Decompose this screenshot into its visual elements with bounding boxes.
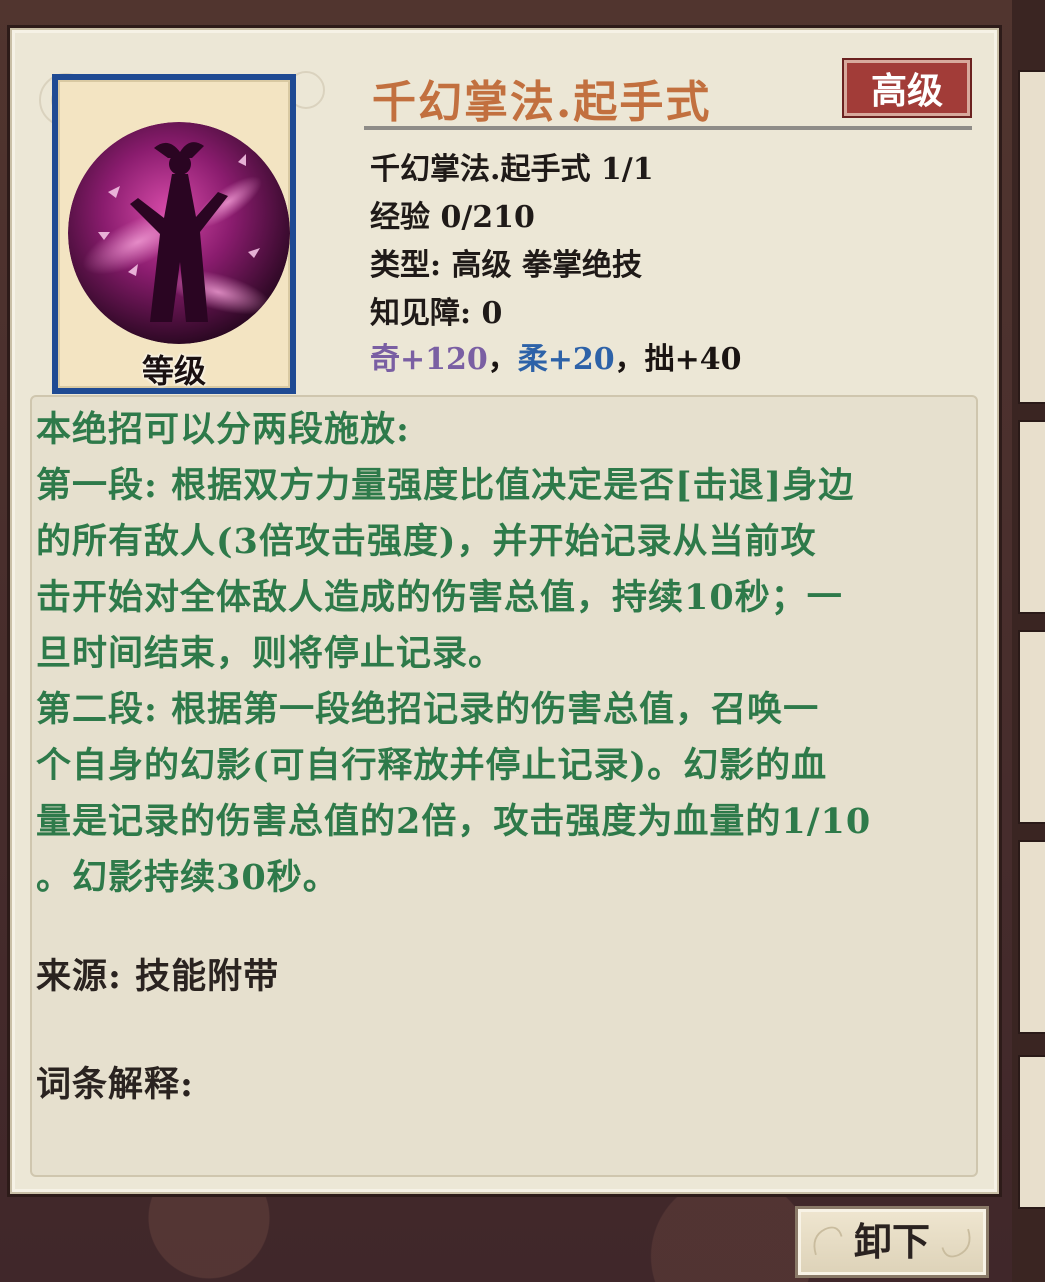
side-tab[interactable] [1018,70,1045,404]
title-divider [364,126,972,130]
unequip-button[interactable]: 卸下 [795,1206,989,1278]
skill-icon-card[interactable]: 等级 [52,74,296,394]
skill-title: 千幻掌法.起手式 [372,77,712,128]
skill-description: 本绝招可以分两段施放: 第一段: 根据双方力量强度比值决定是否[击退]身边 的所… [36,409,872,898]
skill-name-level: 千幻掌法.起手式 1/1 [370,152,654,187]
knowledge-obstacle: 知见障: 0 [370,296,503,331]
skill-source: 来源: 技能附带 [36,956,280,997]
skill-experience: 经验 0/210 [370,200,535,235]
stat-qi: 奇+120 [370,342,488,377]
stat-separator: ， [487,342,518,377]
glossary-label: 词条解释: [36,1064,194,1105]
side-tab[interactable] [1018,1055,1045,1209]
stat-separator: ， [614,342,645,377]
icon-level-label: 等级 [141,352,206,390]
unequip-label: 卸下 [853,1219,930,1264]
stat-bonuses: 奇+120，柔+20，拙+40 [370,334,742,378]
stat-rou: 柔+20 [517,342,615,377]
skill-type: 类型: 高级 拳掌绝技 [370,248,642,283]
rank-badge: 高级 [844,60,970,116]
side-tab[interactable] [1018,840,1045,1034]
side-tab[interactable] [1018,420,1045,614]
dancer-silhouette-petals-icon [68,122,290,344]
stat-zhuo: 拙+40 [644,342,742,377]
side-tab[interactable] [1018,630,1045,824]
